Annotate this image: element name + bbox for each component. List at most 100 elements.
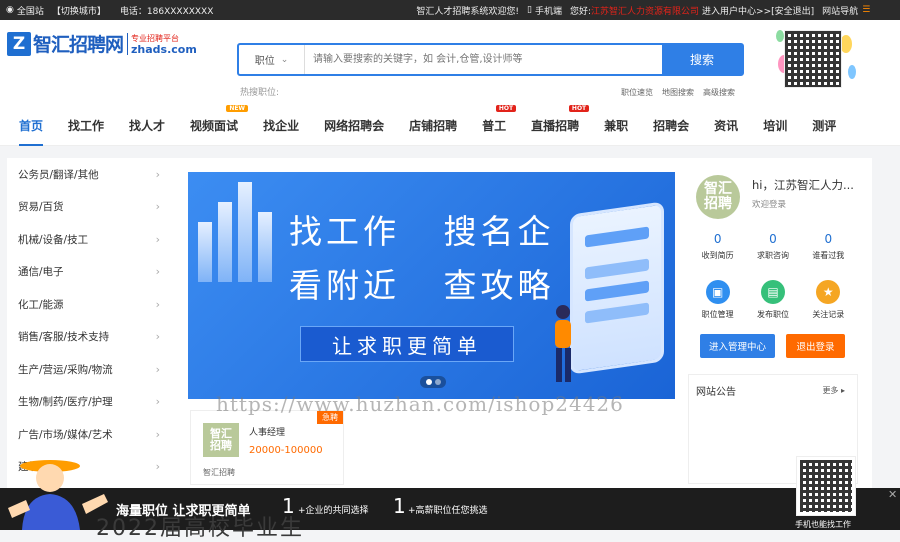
logo-slogan: 专业招聘平台 [131, 33, 180, 43]
search-button[interactable]: 搜索 [662, 45, 742, 74]
banner-line-2: 看附近 查攻略 [289, 266, 555, 305]
chevron-right-icon: › [155, 395, 160, 409]
user-greeting: hi，江苏智汇人力... [752, 178, 854, 192]
category-item[interactable]: 公务员/翻译/其他 › [7, 158, 176, 191]
nav-job-fair[interactable]: 招聘会 [653, 117, 689, 134]
footer-count-1: 1 [282, 494, 295, 518]
top-bar: ◉ 全国站 【切换城市】 电话：186XXXXXXXX 智汇人才招聘系统欢迎您!… [0, 0, 900, 20]
category-item[interactable]: 生物/制药/医疗/护理 › [7, 386, 176, 419]
user-profile-card: 智汇招聘 hi，江苏智汇人力... 欢迎登录 0 收到简历 0 求职咨询 0 谁看过我… [690, 168, 856, 368]
footer-qr-label: 手机也能找工作 [795, 520, 851, 529]
hero-banner[interactable]: 找工作 搜名企 看附近 查攻略 让求职更简单 [188, 172, 675, 399]
menu-icon[interactable]: ☰ [862, 5, 870, 15]
notice-title: 网站公告 [696, 387, 736, 398]
nav-find-talent[interactable]: 找人才 [129, 117, 165, 134]
category-item[interactable]: 销售/客服/技术支持 › [7, 321, 176, 354]
stat-viewers[interactable]: 0 谁看过我 [803, 232, 853, 261]
action-follow-records[interactable]: ★ 关注记录 [803, 280, 853, 320]
new-badge: NEW [226, 105, 249, 112]
greeting-text: 您好: [569, 6, 592, 17]
footer-count-2: 1 [393, 494, 406, 518]
stats-row: 0 收到简历 0 求职咨询 0 谁看过我 [690, 232, 856, 261]
quick-links: 职位速览 地图搜索 高级搜索 [621, 87, 735, 98]
banner-slogan: 让求职更简单 [300, 326, 514, 362]
search-input[interactable] [305, 45, 662, 74]
phone-text: 电话：186XXXXXXXX [119, 6, 214, 17]
footer-main-text: 海量职位 让求职更简单 [116, 504, 251, 519]
logo-icon: Z [7, 31, 31, 56]
footer-text-1: +企业的共同选择 [298, 506, 369, 516]
site-nav-link[interactable]: 网站导航 [822, 4, 858, 17]
search-bar: 职位⌄ 搜索 [237, 43, 744, 76]
action-manage-jobs[interactable]: ▣ 职位管理 [693, 280, 743, 320]
nav-find-company[interactable]: 找企业 [263, 117, 299, 134]
company-link[interactable]: 江苏智汇人力资源有限公司 [591, 4, 699, 17]
welcome-text: 智汇人才招聘系统欢迎您! [416, 6, 520, 17]
quick-link-advanced[interactable]: 高级搜索 [703, 87, 735, 98]
category-item[interactable]: 化工/能源 › [7, 288, 176, 321]
person-illustration [555, 305, 571, 382]
job-company[interactable]: 智汇招聘 [203, 467, 235, 478]
category-item[interactable]: 广告/市场/媒体/艺术 › [7, 418, 176, 451]
briefcase-icon: ▣ [705, 280, 730, 304]
search-category-select[interactable]: 职位 ⌄ [239, 45, 305, 74]
site-logo[interactable]: Z 智汇招聘网 专业招聘平台 zhads.com [7, 30, 197, 57]
nav-live-hiring[interactable]: 直播招聘 HOT [531, 105, 590, 134]
nav-online-fair[interactable]: 网络招聘会 [324, 117, 384, 134]
chevron-right-icon: › [155, 232, 160, 246]
nav-general-worker[interactable]: 普工 HOT [482, 105, 517, 134]
nav-part-time[interactable]: 兼职 [604, 117, 628, 134]
hot-badge: HOT [495, 105, 517, 112]
mobile-icon: ▯ [527, 5, 532, 15]
nav-find-job[interactable]: 找工作 [68, 117, 104, 134]
nav-training[interactable]: 培训 [763, 117, 787, 134]
company-logo: 智汇招聘 [203, 423, 239, 457]
category-item[interactable]: 机械/设备/技工 › [7, 223, 176, 256]
category-item[interactable]: 贸易/百货 › [7, 191, 176, 224]
avatar[interactable]: 智汇招聘 [696, 175, 740, 219]
nav-news[interactable]: 资讯 [714, 117, 738, 134]
nav-store-hiring[interactable]: 店铺招聘 [409, 117, 457, 134]
stat-resumes[interactable]: 0 收到简历 [693, 232, 743, 261]
document-icon: ▤ [760, 280, 785, 304]
main-nav: 首页 找工作 找人才 视频面试 NEW 找企业 网络招聘会 店铺招聘 普工 HOT … [0, 105, 900, 146]
promo-footer-bar: 2022届高校毕业生 海量职位 让求职更简单 1 +企业的共同选择 1 +高薪职… [0, 488, 900, 541]
banner-line-1: 找工作 搜名企 [289, 212, 555, 251]
logout-button[interactable]: 退出登录 [786, 334, 845, 358]
quick-actions: ▣ 职位管理 ▤ 发布职位 ★ 关注记录 [690, 280, 856, 320]
watermark-text: https://www.huzhan.com/ishop24426 [216, 392, 624, 416]
switch-city-link[interactable]: 【切换城市】 [52, 4, 106, 17]
chevron-right-icon: › [155, 460, 160, 474]
mobile-link[interactable]: 手机端 [535, 4, 562, 17]
star-icon: ★ [816, 280, 841, 304]
category-sidebar: 公务员/翻译/其他 › 贸易/百货 › 机械/设备/技工 › 通信/电子 › 化工/能源… [7, 158, 176, 488]
category-item[interactable]: 生产/营运/采购/物流 › [7, 353, 176, 386]
nav-assessment[interactable]: 测评 [812, 117, 836, 134]
footer-text-2: +高薪职位任您挑选 [408, 506, 488, 516]
stat-inquiries[interactable]: 0 求职咨询 [748, 232, 798, 261]
quick-link-browse[interactable]: 职位速览 [621, 87, 653, 98]
admin-center-button[interactable]: 进入管理中心 [700, 334, 775, 358]
job-card[interactable]: 急聘 智汇招聘 人事经理 20000-100000 智汇招聘 [190, 410, 344, 485]
nav-home[interactable]: 首页 [19, 117, 44, 146]
logo-name: 智汇招聘网 [33, 34, 124, 56]
quick-link-map[interactable]: 地图搜索 [662, 87, 694, 98]
close-icon[interactable]: ✕ [888, 488, 897, 501]
chevron-right-icon: › [155, 297, 160, 311]
hot-badge: HOT [568, 105, 590, 112]
footer-qr-code [796, 456, 856, 516]
logo-domain: zhads.com [131, 42, 197, 56]
person-illustration-footer [8, 460, 108, 530]
chevron-right-icon: › [155, 330, 160, 344]
nav-video-interview[interactable]: 视频面试 NEW [190, 105, 249, 134]
category-item[interactable]: 通信/电子 › [7, 256, 176, 289]
action-post-job[interactable]: ▤ 发布职位 [748, 280, 798, 320]
welcome-label: 欢迎登录 [752, 200, 787, 210]
qr-code [784, 30, 842, 88]
notice-more-link[interactable]: 更多 ▸ [822, 385, 845, 396]
logout-link[interactable]: [安全退出] [771, 4, 814, 17]
carousel-dots[interactable] [420, 376, 446, 388]
chevron-right-icon: › [155, 200, 160, 214]
user-center-link[interactable]: 进入用户中心>> [702, 4, 771, 17]
job-title[interactable]: 人事经理 [249, 425, 285, 438]
